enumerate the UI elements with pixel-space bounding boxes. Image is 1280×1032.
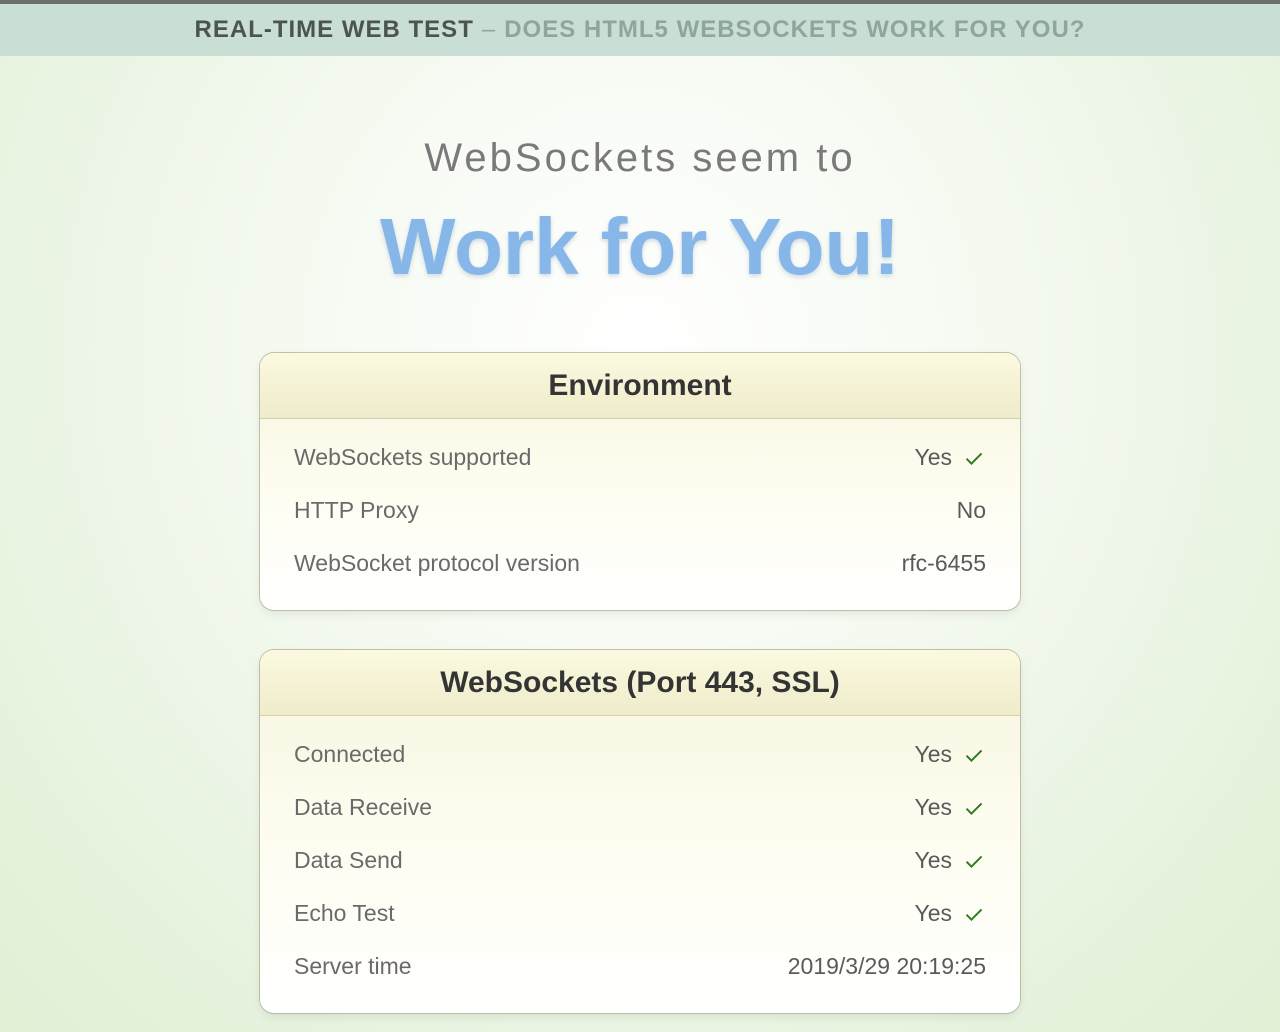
row-connected: Connected Yes: [294, 728, 986, 781]
row-label: Data Send: [294, 847, 403, 874]
row-echo-test: Echo Test Yes: [294, 887, 986, 940]
headline-main: Work for You!: [0, 201, 1280, 293]
check-icon: [962, 446, 986, 470]
row-label: WebSockets supported: [294, 444, 531, 471]
websockets-443-panel-body: Connected Yes Data Receive Yes Data Send…: [260, 716, 1020, 1013]
row-value-text: Yes: [914, 794, 952, 821]
row-label: Echo Test: [294, 900, 395, 927]
row-value-text: Yes: [914, 900, 952, 927]
row-value: 2019/3/29 20:19:25: [788, 953, 986, 980]
row-label: WebSocket protocol version: [294, 550, 580, 577]
websockets-443-panel-header: WebSockets (Port 443, SSL): [260, 650, 1020, 716]
row-value: rfc-6455: [902, 550, 986, 577]
row-value: Yes: [914, 741, 986, 768]
environment-panel: Environment WebSockets supported Yes HTT…: [260, 353, 1020, 610]
headline-lead: WebSockets seem to: [0, 136, 1280, 181]
row-label: Data Receive: [294, 794, 432, 821]
row-value-text: 2019/3/29 20:19:25: [788, 953, 986, 980]
row-value-text: Yes: [914, 847, 952, 874]
row-data-receive: Data Receive Yes: [294, 781, 986, 834]
row-http-proxy: HTTP Proxy No: [294, 484, 986, 537]
environment-panel-title: Environment: [548, 369, 731, 403]
row-value: Yes: [914, 900, 986, 927]
row-value: Yes: [914, 794, 986, 821]
row-value: No: [957, 497, 986, 524]
row-value-text: No: [957, 497, 986, 524]
banner-title-rest: DOES HTML5 WEBSOCKETS WORK FOR YOU?: [504, 16, 1085, 44]
row-protocol-version: WebSocket protocol version rfc-6455: [294, 537, 986, 590]
check-icon: [962, 902, 986, 926]
row-websockets-supported: WebSockets supported Yes: [294, 431, 986, 484]
banner-separator: –: [474, 16, 504, 44]
row-value-text: Yes: [914, 444, 952, 471]
check-icon: [962, 849, 986, 873]
check-icon: [962, 743, 986, 767]
row-value-text: rfc-6455: [902, 550, 986, 577]
check-icon: [962, 796, 986, 820]
top-banner: REAL-TIME WEB TEST – DOES HTML5 WEBSOCKE…: [0, 0, 1280, 56]
banner-title-strong: REAL-TIME WEB TEST: [195, 16, 474, 44]
row-server-time: Server time 2019/3/29 20:19:25: [294, 940, 986, 993]
environment-panel-body: WebSockets supported Yes HTTP Proxy No W…: [260, 419, 1020, 610]
row-value: Yes: [914, 444, 986, 471]
headline: WebSockets seem to Work for You!: [0, 136, 1280, 293]
row-label: Connected: [294, 741, 405, 768]
websockets-443-panel-title: WebSockets (Port 443, SSL): [440, 666, 840, 700]
row-label: HTTP Proxy: [294, 497, 419, 524]
row-label: Server time: [294, 953, 412, 980]
row-value: Yes: [914, 847, 986, 874]
websockets-443-panel: WebSockets (Port 443, SSL) Connected Yes…: [260, 650, 1020, 1013]
row-value-text: Yes: [914, 741, 952, 768]
environment-panel-header: Environment: [260, 353, 1020, 419]
row-data-send: Data Send Yes: [294, 834, 986, 887]
